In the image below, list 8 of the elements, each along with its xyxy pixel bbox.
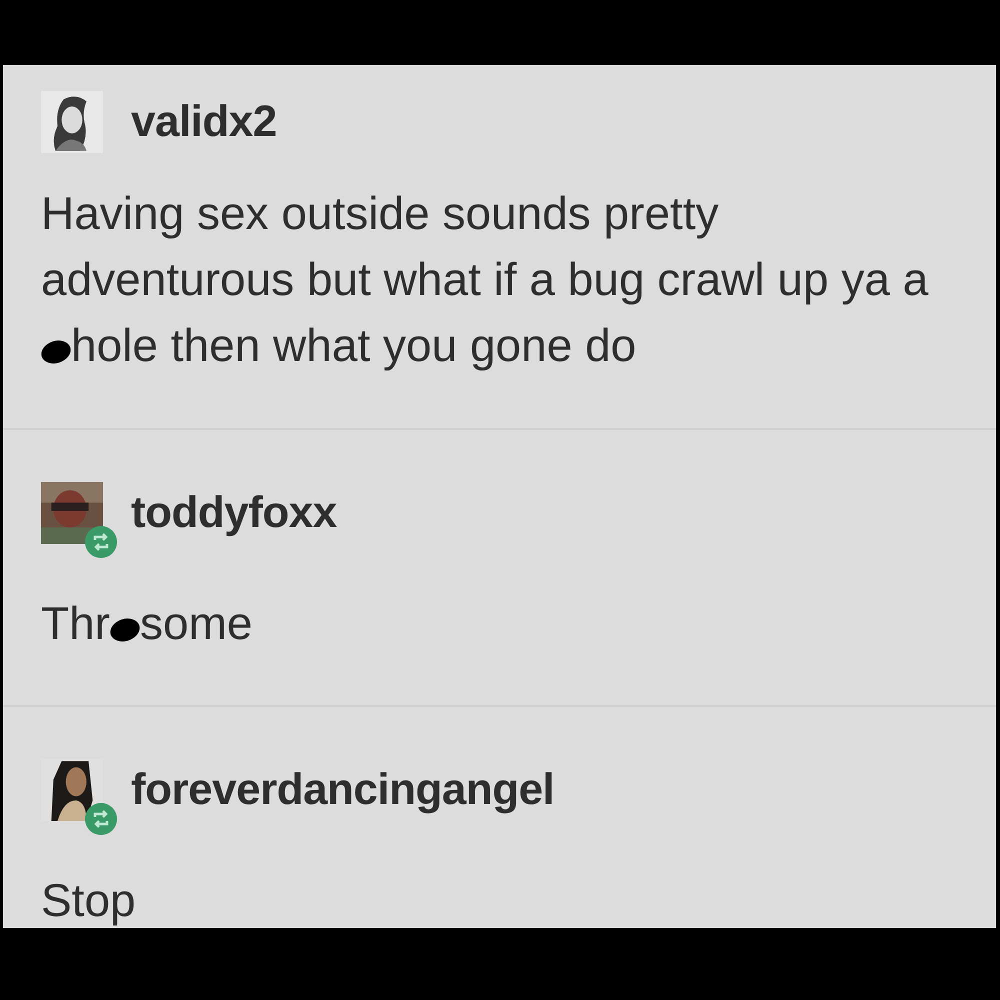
post-text: Thr some bbox=[41, 596, 254, 651]
reblog-icon bbox=[85, 803, 117, 835]
username[interactable]: foreverdancingangel bbox=[131, 765, 554, 815]
post-text: Having sex outside sounds pretty adventurous but what if a bug crawl up ya a hole then what you gone do bbox=[41, 180, 958, 428]
username[interactable]: validx2 bbox=[131, 97, 277, 147]
reblog-icon bbox=[85, 526, 117, 558]
username[interactable]: toddyfoxx bbox=[131, 488, 337, 538]
post-text: Stop bbox=[41, 873, 137, 928]
